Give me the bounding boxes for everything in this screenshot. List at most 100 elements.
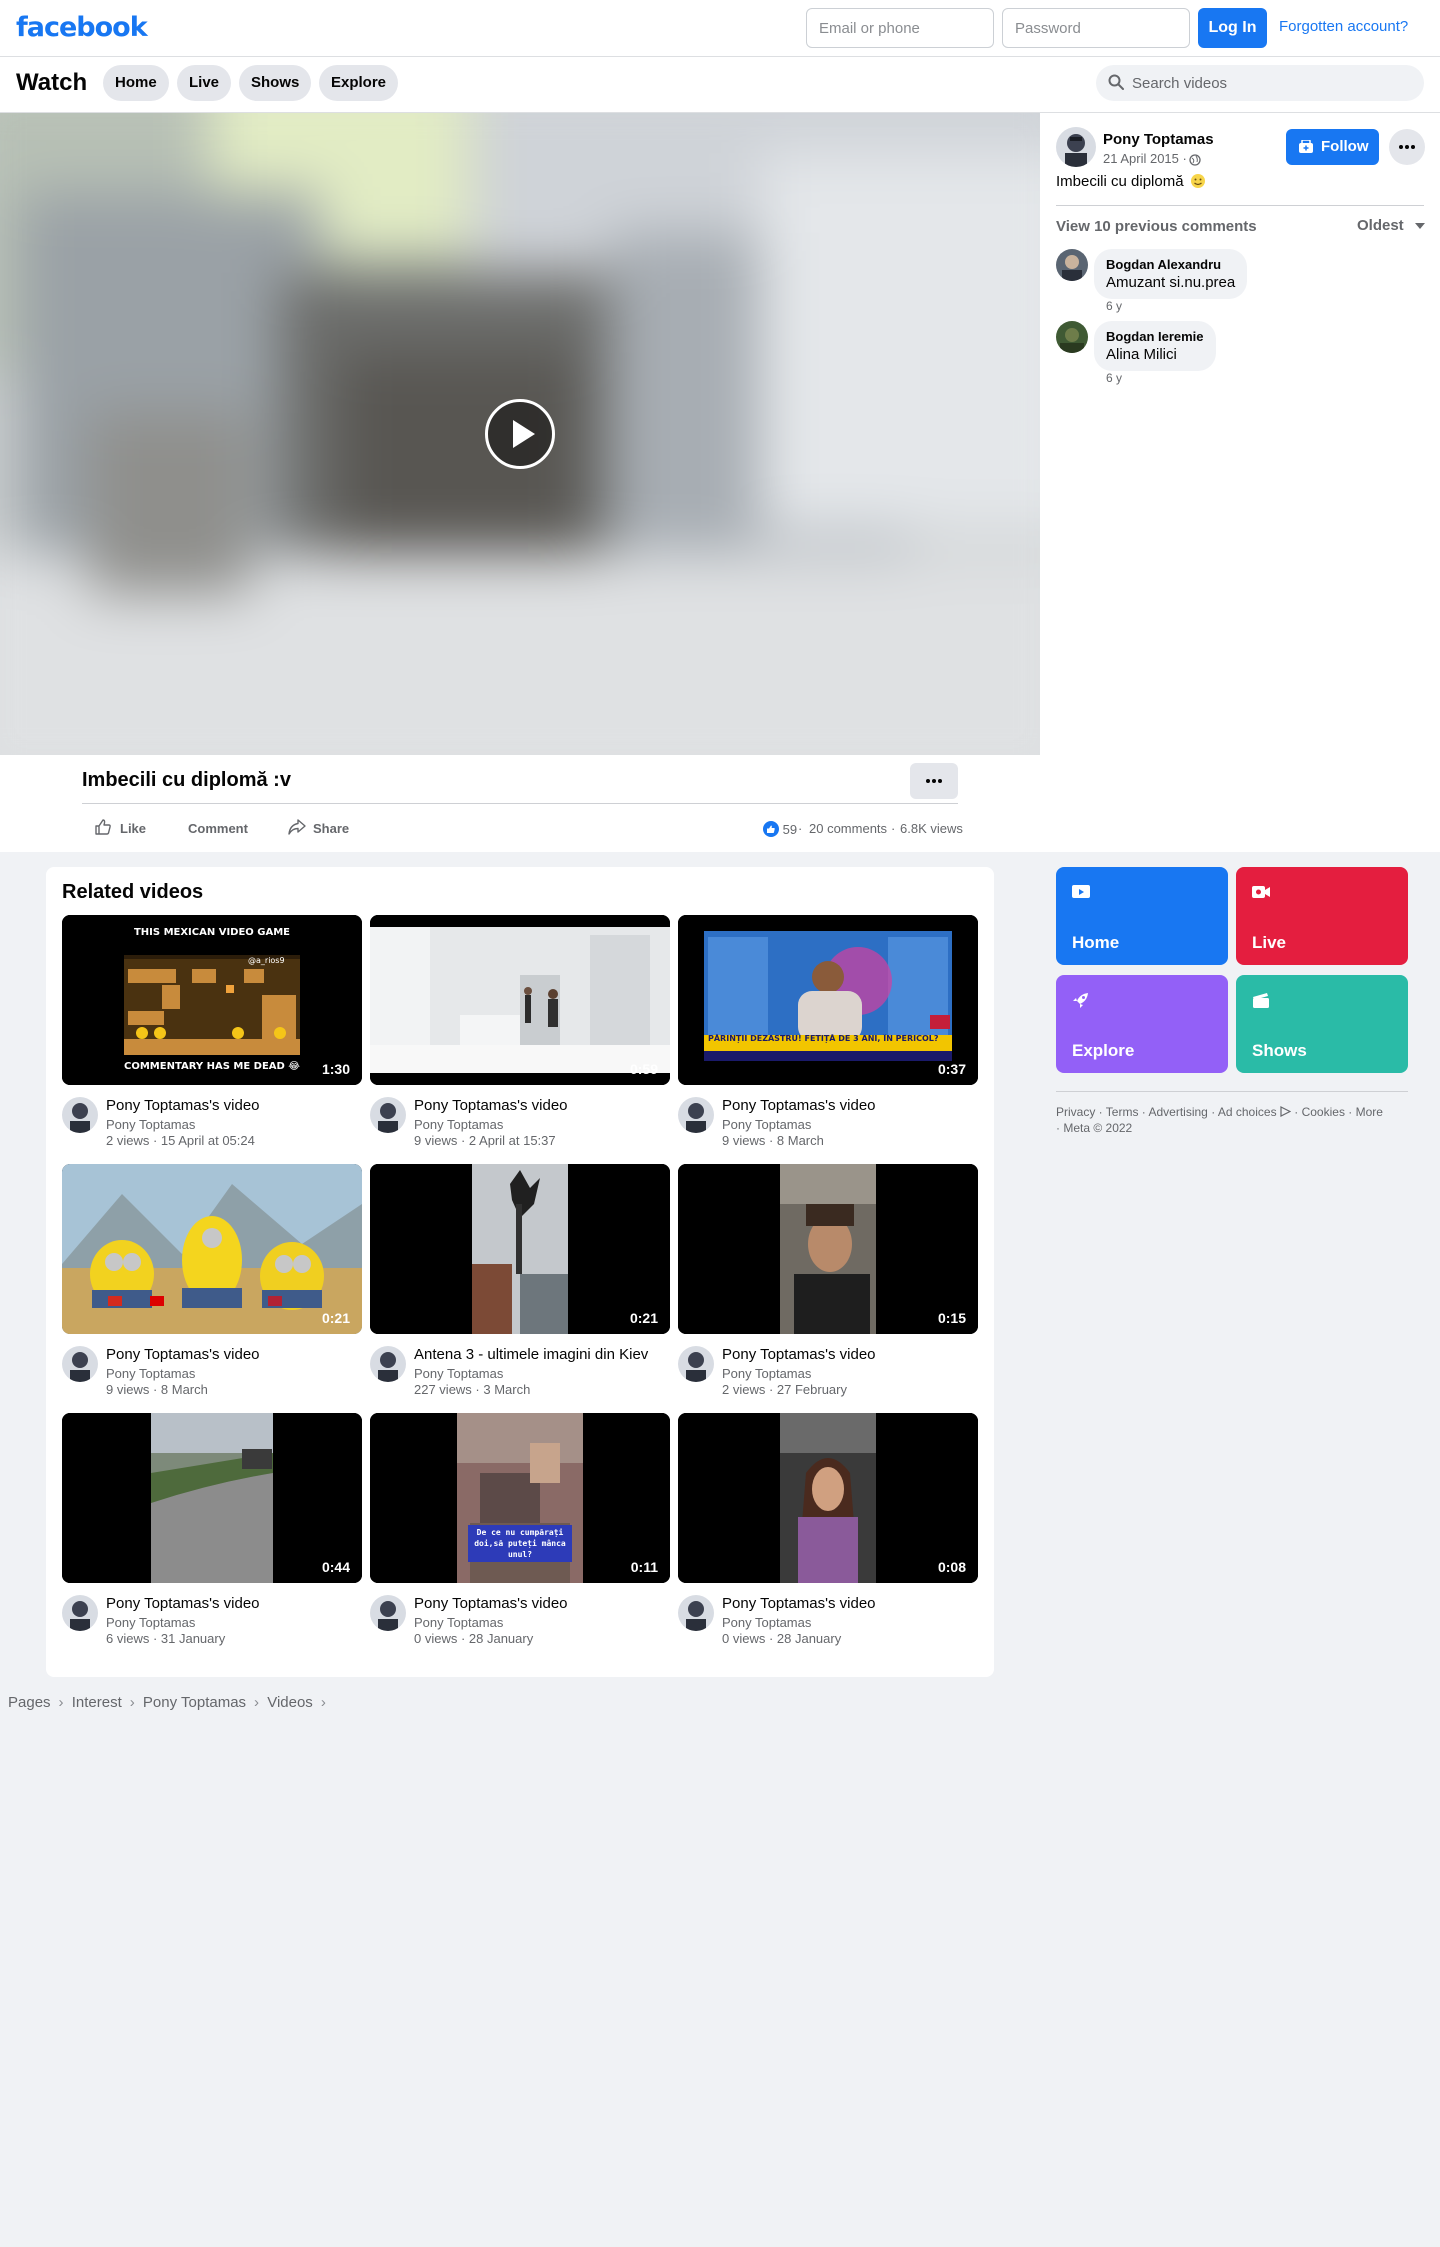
channel-avatar[interactable]: [678, 1097, 714, 1133]
tab-live[interactable]: Live: [177, 65, 232, 101]
video-card[interactable]: 0:59 Pony Toptamas's video Pony Toptamas…: [370, 915, 670, 1155]
channel-avatar[interactable]: [62, 1346, 98, 1382]
channel-avatar[interactable]: [62, 1097, 98, 1133]
video-title[interactable]: Pony Toptamas's video: [722, 1595, 876, 1612]
video-card[interactable]: 0:15 Pony Toptamas's video Pony Toptamas…: [678, 1164, 978, 1404]
breadcrumb-item[interactable]: Interest: [72, 1694, 122, 1711]
video-title[interactable]: Pony Toptamas's video: [106, 1097, 260, 1114]
comment-label: Comment: [188, 821, 248, 836]
like-button[interactable]: Like: [94, 818, 154, 839]
forgotten-account-link[interactable]: Forgotten account?: [1279, 18, 1408, 35]
video-author[interactable]: Pony Toptamas: [414, 1366, 503, 1381]
comment-time[interactable]: 6 y: [1106, 299, 1122, 313]
video-title[interactable]: Pony Toptamas's video: [106, 1595, 260, 1612]
video-title[interactable]: Pony Toptamas's video: [106, 1346, 260, 1363]
video-player[interactable]: [0, 113, 1040, 755]
channel-avatar[interactable]: [678, 1595, 714, 1631]
nav-tile-explore[interactable]: Explore: [1056, 975, 1228, 1073]
video-card[interactable]: 0:08 Pony Toptamas's video Pony Toptamas…: [678, 1413, 978, 1653]
video-thumbnail[interactable]: De ce nu cumpărați doi,să puteți mânca u…: [370, 1413, 670, 1583]
more-options-button[interactable]: [1389, 129, 1425, 165]
video-title[interactable]: Antena 3 - ultimele imagini din Kiev: [414, 1346, 648, 1363]
footer-link-more[interactable]: More: [1356, 1105, 1383, 1119]
footer-link-terms[interactable]: Terms: [1106, 1105, 1139, 1119]
video-duration: 1:30: [321, 1061, 350, 1077]
search-icon: [1108, 74, 1124, 95]
video-author[interactable]: Pony Toptamas: [414, 1117, 503, 1132]
video-options-button[interactable]: [910, 763, 958, 799]
search-box[interactable]: [1096, 65, 1424, 101]
video-card[interactable]: THIS MEXICAN VIDEO GAME @a_rios9 COMMENT…: [62, 915, 362, 1155]
copyright: Meta © 2022: [1063, 1121, 1133, 1135]
video-card[interactable]: 0:44 Pony Toptamas's video Pony Toptamas…: [62, 1413, 362, 1653]
facebook-logo[interactable]: facebook: [16, 12, 148, 43]
tab-shows[interactable]: Shows: [239, 65, 312, 101]
nav-tile-home[interactable]: Home: [1056, 867, 1228, 965]
video-thumbnail[interactable]: 0:59: [370, 915, 670, 1085]
like-label: Like: [120, 821, 147, 836]
video-author[interactable]: Pony Toptamas: [106, 1366, 195, 1381]
video-title[interactable]: Pony Toptamas's video: [722, 1097, 876, 1114]
clapperboard-icon: [1250, 989, 1272, 1016]
footer-link-privacy[interactable]: Privacy: [1056, 1105, 1095, 1119]
channel-avatar[interactable]: [62, 1595, 98, 1631]
channel-avatar[interactable]: [678, 1346, 714, 1382]
video-thumbnail[interactable]: 0:08: [678, 1413, 978, 1583]
video-thumbnail[interactable]: 0:44: [62, 1413, 362, 1583]
post-date[interactable]: 21 April 2015 ·: [1103, 151, 1187, 166]
comment-order-dropdown[interactable]: Oldest: [1357, 217, 1426, 234]
log-in-button[interactable]: Log In: [1198, 8, 1267, 48]
thumbs-up-icon: [94, 818, 112, 839]
video-thumbnail[interactable]: PĂRINȚII DEZASTRU! FETIȚĂ DE 3 ANI, ÎN P…: [678, 915, 978, 1085]
share-button[interactable]: Share: [287, 819, 367, 836]
footer-link-ad-choices[interactable]: Ad choices: [1218, 1105, 1277, 1119]
footer-link-cookies[interactable]: Cookies: [1302, 1105, 1345, 1119]
video-card[interactable]: 0:21 Antena 3 - ultimele imagini din Kie…: [370, 1164, 670, 1404]
video-card[interactable]: PĂRINȚII DEZASTRU! FETIȚĂ DE 3 ANI, ÎN P…: [678, 915, 978, 1155]
breadcrumb-item[interactable]: Pony Toptamas: [143, 1694, 246, 1711]
channel-avatar[interactable]: [370, 1346, 406, 1382]
view-previous-comments[interactable]: View 10 previous comments: [1056, 218, 1257, 235]
video-author[interactable]: Pony Toptamas: [722, 1366, 811, 1381]
video-title[interactable]: Pony Toptamas's video: [414, 1595, 568, 1612]
page-avatar[interactable]: [1056, 127, 1096, 167]
reaction-count[interactable]: 59: [763, 821, 797, 837]
tab-explore[interactable]: Explore: [319, 65, 399, 101]
breadcrumb-item[interactable]: Pages: [8, 1694, 51, 1711]
password-field[interactable]: [1002, 8, 1190, 48]
comments-count-link[interactable]: 20 comments: [809, 821, 887, 836]
video-card[interactable]: 0:21 Pony Toptamas's video Pony Toptamas…: [62, 1164, 362, 1404]
video-thumbnail[interactable]: 0:21: [62, 1164, 362, 1334]
video-thumbnail[interactable]: THIS MEXICAN VIDEO GAME @a_rios9 COMMENT…: [62, 915, 362, 1085]
video-thumbnail[interactable]: 0:21: [370, 1164, 670, 1334]
page-name[interactable]: Pony Toptamas: [1103, 131, 1214, 148]
breadcrumb-item[interactable]: Videos: [267, 1694, 313, 1711]
follow-button[interactable]: Follow: [1286, 129, 1379, 165]
comment-time[interactable]: 6 y: [1106, 371, 1122, 385]
channel-avatar[interactable]: [370, 1595, 406, 1631]
commenter-avatar[interactable]: [1056, 321, 1088, 353]
video-thumbnail[interactable]: 0:15: [678, 1164, 978, 1334]
video-title[interactable]: Pony Toptamas's video: [414, 1097, 568, 1114]
channel-avatar[interactable]: [370, 1097, 406, 1133]
nav-tile-live[interactable]: Live: [1236, 867, 1408, 965]
video-author[interactable]: Pony Toptamas: [106, 1615, 195, 1630]
related-videos-section: Related videos THIS MEXICAN VIDEO GAME @…: [46, 867, 994, 1677]
video-author[interactable]: Pony Toptamas: [414, 1615, 503, 1630]
video-author[interactable]: Pony Toptamas: [106, 1117, 195, 1132]
email-field[interactable]: [806, 8, 994, 48]
commenter-avatar[interactable]: [1056, 249, 1088, 281]
video-card[interactable]: De ce nu cumpărați doi,să puteți mânca u…: [370, 1413, 670, 1653]
video-author[interactable]: Pony Toptamas: [722, 1117, 811, 1132]
footer-link-advertising[interactable]: Advertising: [1148, 1105, 1207, 1119]
tile-label: Shows: [1252, 1041, 1307, 1060]
comment-author[interactable]: Bogdan Alexandru: [1106, 257, 1235, 272]
comment-button[interactable]: Comment: [188, 821, 248, 836]
search-input[interactable]: [1128, 65, 1408, 101]
comment-author[interactable]: Bogdan Ieremie: [1106, 329, 1204, 344]
video-author[interactable]: Pony Toptamas: [722, 1615, 811, 1630]
nav-tile-shows[interactable]: Shows: [1236, 975, 1408, 1073]
play-button[interactable]: [485, 399, 555, 469]
video-title[interactable]: Pony Toptamas's video: [722, 1346, 876, 1363]
tab-home[interactable]: Home: [103, 65, 169, 101]
